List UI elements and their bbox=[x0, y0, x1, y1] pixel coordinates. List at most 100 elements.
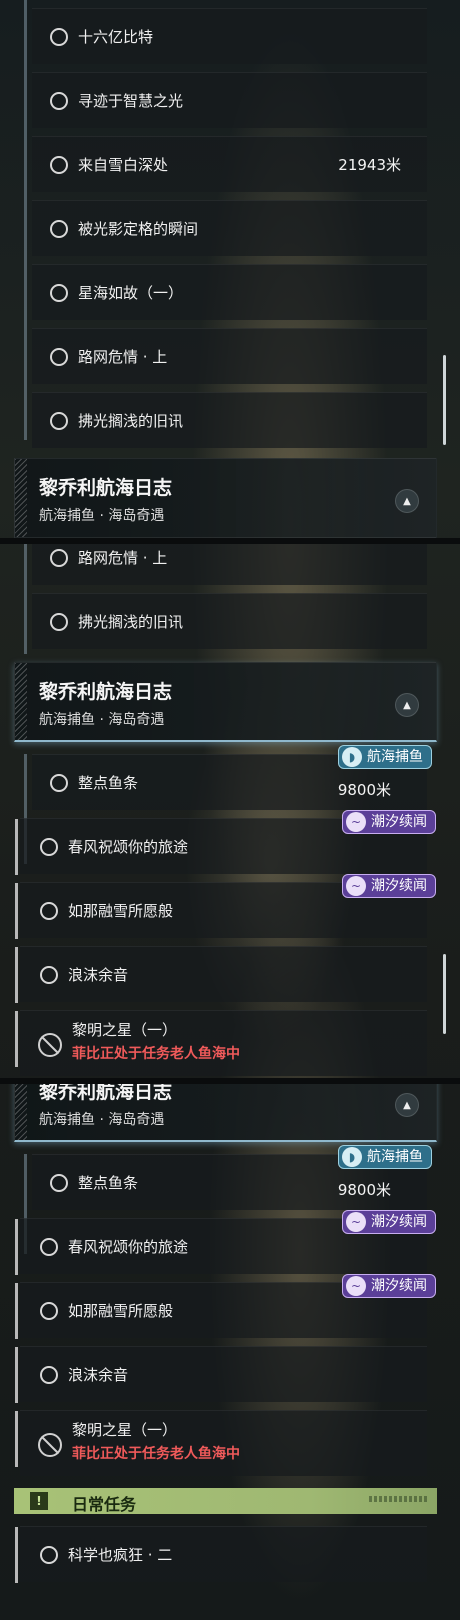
fish-icon: ◗ bbox=[342, 1147, 362, 1167]
screen-section-1: 十六亿比特 寻迹于智慧之光 来自雪白深处 21943米 被光影定格的瞬间 星海如… bbox=[0, 0, 460, 538]
quest-group-header[interactable]: 黎乔利航海日志 航海捕鱼 · 海岛奇遇 ▲ bbox=[14, 1084, 437, 1142]
blocked-icon bbox=[38, 1033, 62, 1057]
quest-status-circle-icon bbox=[40, 838, 58, 856]
quest-item[interactable]: 拂光搁浅的旧讯 bbox=[32, 392, 427, 448]
collapse-icon[interactable]: ▲ bbox=[395, 693, 419, 717]
quest-item[interactable]: 浪沫余音 bbox=[15, 946, 427, 1003]
screen-section-3: 黎乔利航海日志 航海捕鱼 · 海岛奇遇 ▲ 整点鱼条 9800米 ◗ 航海捕鱼 … bbox=[0, 1084, 460, 1620]
quest-item[interactable]: 浪沫余音 bbox=[15, 1346, 427, 1403]
quest-label: 星海如故（一） bbox=[78, 284, 184, 302]
header-decoration bbox=[369, 1496, 427, 1502]
quest-label: 如那融雪所愿般 bbox=[68, 902, 174, 920]
fish-icon: ◗ bbox=[342, 747, 362, 767]
quest-distance: 21943米 bbox=[338, 156, 401, 174]
fishing-badge: ◗ 航海捕鱼 bbox=[338, 745, 432, 769]
collapse-icon[interactable]: ▲ bbox=[395, 1093, 419, 1117]
quest-group-title: 黎乔利航海日志 bbox=[39, 681, 173, 703]
quest-status-circle-icon bbox=[40, 1546, 58, 1564]
quest-status-circle-icon bbox=[50, 156, 68, 174]
quest-status-circle-icon bbox=[40, 1238, 58, 1256]
quest-status-circle-icon bbox=[50, 412, 68, 430]
quest-item[interactable]: 十六亿比特 bbox=[32, 8, 427, 64]
tide-badge: ~ 潮汐续闻 bbox=[342, 874, 436, 898]
badge-label: 潮汐续闻 bbox=[371, 1278, 427, 1294]
quest-label: 十六亿比特 bbox=[78, 28, 154, 46]
quest-item-blocked[interactable]: 黎明之星（一） 菲比正处于任务老人鱼海中 bbox=[15, 1010, 427, 1076]
quest-item[interactable]: 来自雪白深处 21943米 bbox=[32, 136, 427, 192]
quest-label: 黎明之星（一） bbox=[72, 1021, 178, 1039]
quest-status-circle-icon bbox=[50, 774, 68, 792]
quest-label: 被光影定格的瞬间 bbox=[78, 220, 199, 238]
collapse-icon[interactable]: ▲ bbox=[395, 489, 419, 513]
quest-distance: 9800米 bbox=[337, 781, 391, 799]
tide-badge: ~ 潮汐续闻 bbox=[342, 1210, 436, 1234]
quest-status-circle-icon bbox=[50, 549, 68, 567]
quest-item[interactable]: 寻迹于智慧之光 bbox=[32, 72, 427, 128]
quest-status-circle-icon bbox=[50, 92, 68, 110]
quest-label: 路网危情 · 上 bbox=[78, 348, 168, 366]
quest-status-circle-icon bbox=[40, 902, 58, 920]
badge-label: 潮汐续闻 bbox=[371, 814, 427, 830]
quest-item[interactable]: 星海如故（一） bbox=[32, 264, 427, 320]
quest-status-circle-icon bbox=[50, 1174, 68, 1192]
tide-badge: ~ 潮汐续闻 bbox=[342, 810, 436, 834]
fishing-badge: ◗ 航海捕鱼 bbox=[338, 1145, 432, 1169]
quest-status-circle-icon bbox=[50, 284, 68, 302]
badge-label: 潮汐续闻 bbox=[371, 1214, 427, 1230]
quest-group-title: 黎乔利航海日志 bbox=[39, 477, 173, 499]
quest-label: 黎明之星（一） bbox=[72, 1421, 178, 1439]
quest-label: 拂光搁浅的旧讯 bbox=[78, 613, 184, 631]
badge-label: 航海捕鱼 bbox=[367, 1149, 423, 1165]
quest-label: 来自雪白深处 bbox=[78, 156, 169, 174]
quest-status-circle-icon bbox=[50, 220, 68, 238]
wave-icon: ~ bbox=[346, 876, 366, 896]
quest-label: 寻迹于智慧之光 bbox=[78, 92, 184, 110]
quest-status-circle-icon bbox=[50, 613, 68, 631]
quest-label: 春风祝颂你的旅途 bbox=[68, 838, 189, 856]
quest-distance: 9800米 bbox=[337, 1181, 391, 1199]
quest-group-subtitle: 航海捕鱼 · 海岛奇遇 bbox=[39, 1112, 165, 1128]
badge-label: 潮汐续闻 bbox=[371, 878, 427, 894]
quest-status-circle-icon bbox=[40, 1302, 58, 1320]
quest-item[interactable]: 被光影定格的瞬间 bbox=[32, 200, 427, 256]
quest-blocked-status: 菲比正处于任务老人鱼海中 bbox=[72, 1446, 240, 1462]
badge-label: 航海捕鱼 bbox=[367, 749, 423, 765]
quest-label: 如那融雪所愿般 bbox=[68, 1302, 174, 1320]
header-hatch-decoration bbox=[15, 1084, 27, 1140]
quest-group-header[interactable]: 黎乔利航海日志 航海捕鱼 · 海岛奇遇 ▲ bbox=[14, 458, 437, 538]
quest-item[interactable]: 路网危情 · 上 bbox=[32, 544, 427, 585]
wave-icon: ~ bbox=[346, 812, 366, 832]
tree-line bbox=[24, 544, 27, 654]
scrollbar[interactable] bbox=[443, 355, 446, 445]
wave-icon: ~ bbox=[346, 1212, 366, 1232]
quest-label: 拂光搁浅的旧讯 bbox=[78, 412, 184, 430]
quest-status-circle-icon bbox=[50, 28, 68, 46]
header-hatch-decoration bbox=[15, 663, 27, 740]
quest-label: 整点鱼条 bbox=[78, 774, 139, 792]
quest-item[interactable]: 科学也疯狂 · 二 bbox=[15, 1526, 427, 1583]
quest-item[interactable]: 拂光搁浅的旧讯 bbox=[32, 593, 427, 649]
quest-status-circle-icon bbox=[40, 966, 58, 984]
quest-label: 科学也疯狂 · 二 bbox=[68, 1546, 173, 1564]
quest-label: 路网危情 · 上 bbox=[78, 549, 168, 567]
quest-status-circle-icon bbox=[50, 348, 68, 366]
tide-badge: ~ 潮汐续闻 bbox=[342, 1274, 436, 1298]
daily-quests-header[interactable]: ! 日常任务 bbox=[14, 1488, 437, 1514]
quest-label: 春风祝颂你的旅途 bbox=[68, 1238, 189, 1256]
quest-group-title: 黎乔利航海日志 bbox=[39, 1084, 173, 1103]
quest-group-header[interactable]: 黎乔利航海日志 航海捕鱼 · 海岛奇遇 ▲ bbox=[14, 662, 437, 742]
scrollbar[interactable] bbox=[443, 954, 446, 1034]
quest-item[interactable]: 路网危情 · 上 bbox=[32, 328, 427, 384]
quest-blocked-status: 菲比正处于任务老人鱼海中 bbox=[72, 1046, 240, 1062]
wave-icon: ~ bbox=[346, 1276, 366, 1296]
screen-section-2: 路网危情 · 上 拂光搁浅的旧讯 黎乔利航海日志 航海捕鱼 · 海岛奇遇 ▲ 整… bbox=[0, 544, 460, 1078]
header-hatch-decoration bbox=[15, 459, 27, 537]
tree-line bbox=[24, 0, 27, 440]
quest-item-blocked[interactable]: 黎明之星（一） 菲比正处于任务老人鱼海中 bbox=[15, 1410, 427, 1476]
quest-label: 整点鱼条 bbox=[78, 1174, 139, 1192]
quest-label: 浪沫余音 bbox=[68, 1366, 129, 1384]
quest-status-circle-icon bbox=[40, 1366, 58, 1384]
blocked-icon bbox=[38, 1433, 62, 1457]
quest-group-subtitle: 航海捕鱼 · 海岛奇遇 bbox=[39, 508, 165, 524]
alert-icon: ! bbox=[30, 1492, 48, 1510]
